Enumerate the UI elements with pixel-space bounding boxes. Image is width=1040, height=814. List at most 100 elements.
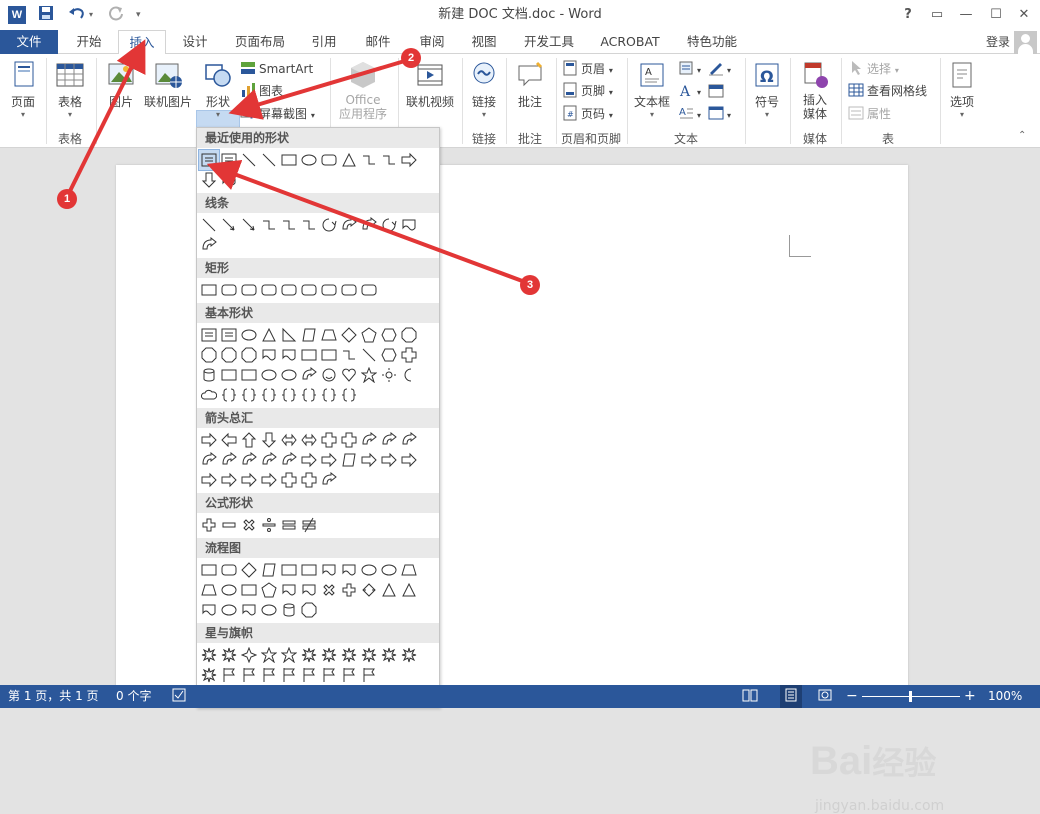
- shape-option-icon[interactable]: [219, 365, 239, 385]
- save-icon[interactable]: [38, 5, 54, 25]
- print-layout-icon[interactable]: [780, 685, 802, 708]
- textbox-button[interactable]: A 文本框 ▾: [631, 58, 673, 120]
- tab-design[interactable]: 设计: [172, 30, 218, 54]
- symbol-button[interactable]: Ω 符号 ▾: [749, 58, 785, 120]
- shape-option-icon[interactable]: [299, 385, 319, 405]
- wordart-button[interactable]: A ▾: [678, 81, 701, 101]
- shape-option-icon[interactable]: [219, 515, 239, 535]
- shape-option-icon[interactable]: [259, 665, 279, 685]
- shape-option-icon[interactable]: [359, 345, 379, 365]
- shape-option-icon[interactable]: [339, 580, 359, 600]
- shape-option-icon[interactable]: [219, 280, 239, 300]
- online-picture-button[interactable]: 联机图片: [142, 58, 194, 110]
- shape-option-icon[interactable]: [359, 430, 379, 450]
- shape-option-icon[interactable]: [219, 150, 239, 170]
- shape-option-icon[interactable]: [219, 665, 239, 685]
- shape-option-icon[interactable]: [198, 149, 220, 171]
- ribbon-display-options-button[interactable]: ▭: [926, 4, 948, 26]
- shape-option-icon[interactable]: [279, 560, 299, 580]
- web-layout-icon[interactable]: [818, 685, 832, 708]
- shape-option-icon[interactable]: [379, 345, 399, 365]
- shape-option-icon[interactable]: [259, 365, 279, 385]
- shape-option-icon[interactable]: [339, 215, 359, 235]
- shape-option-icon[interactable]: [339, 665, 359, 685]
- shape-option-icon[interactable]: [279, 600, 299, 620]
- shape-option-icon[interactable]: [219, 215, 239, 235]
- shape-option-icon[interactable]: [239, 580, 259, 600]
- shape-option-icon[interactable]: [259, 430, 279, 450]
- shape-option-icon[interactable]: [299, 365, 319, 385]
- shape-option-icon[interactable]: [279, 470, 299, 490]
- shape-option-icon[interactable]: [199, 235, 219, 255]
- shape-option-icon[interactable]: [379, 580, 399, 600]
- shape-option-icon[interactable]: [219, 645, 239, 665]
- shape-option-icon[interactable]: [339, 450, 359, 470]
- shape-option-icon[interactable]: [279, 580, 299, 600]
- shape-option-icon[interactable]: [299, 150, 319, 170]
- shape-option-icon[interactable]: [239, 470, 259, 490]
- shape-option-icon[interactable]: [239, 150, 259, 170]
- shape-option-icon[interactable]: [259, 345, 279, 365]
- shape-option-icon[interactable]: [199, 430, 219, 450]
- shape-option-icon[interactable]: [199, 325, 219, 345]
- shape-option-icon[interactable]: [279, 450, 299, 470]
- shape-option-icon[interactable]: [259, 150, 279, 170]
- shape-option-icon[interactable]: [279, 645, 299, 665]
- tab-page-layout[interactable]: 页面布局: [228, 30, 292, 54]
- shape-option-icon[interactable]: [199, 215, 219, 235]
- view-gridlines-button[interactable]: 查看网格线: [848, 81, 927, 101]
- shape-option-icon[interactable]: [219, 170, 239, 190]
- shape-option-icon[interactable]: [219, 470, 239, 490]
- shape-option-icon[interactable]: [319, 280, 339, 300]
- shape-option-icon[interactable]: [399, 215, 419, 235]
- customize-qat-icon[interactable]: ▾: [136, 5, 141, 25]
- shape-option-icon[interactable]: [399, 560, 419, 580]
- shape-option-icon[interactable]: [299, 470, 319, 490]
- close-button[interactable]: ✕: [1013, 4, 1035, 26]
- shape-option-icon[interactable]: [279, 365, 299, 385]
- tab-references[interactable]: 引用: [302, 30, 346, 54]
- shape-option-icon[interactable]: [199, 385, 219, 405]
- signature-line-button[interactable]: ▾: [708, 59, 731, 79]
- collapse-ribbon-icon[interactable]: ⌃: [1018, 130, 1026, 141]
- shape-option-icon[interactable]: [259, 280, 279, 300]
- quick-parts-button[interactable]: ▾: [678, 59, 701, 79]
- shape-option-icon[interactable]: [219, 430, 239, 450]
- shape-option-icon[interactable]: [279, 430, 299, 450]
- shape-option-icon[interactable]: [379, 215, 399, 235]
- shape-option-icon[interactable]: [239, 215, 259, 235]
- shape-option-icon[interactable]: [259, 215, 279, 235]
- shape-option-icon[interactable]: [399, 325, 419, 345]
- shape-option-icon[interactable]: [299, 600, 319, 620]
- smartart-button[interactable]: SmartArt: [240, 59, 313, 79]
- shape-option-icon[interactable]: [379, 150, 399, 170]
- zoom-level[interactable]: 100%: [988, 685, 1022, 708]
- shape-option-icon[interactable]: [259, 470, 279, 490]
- shape-option-icon[interactable]: [199, 470, 219, 490]
- help-button[interactable]: ?: [897, 4, 919, 26]
- shape-option-icon[interactable]: [199, 365, 219, 385]
- shape-option-icon[interactable]: [359, 215, 379, 235]
- office-apps-button[interactable]: Office 应用程序: [334, 58, 392, 121]
- shape-option-icon[interactable]: [399, 580, 419, 600]
- comment-button[interactable]: 批注: [510, 58, 550, 110]
- shape-option-icon[interactable]: [319, 580, 339, 600]
- shape-option-icon[interactable]: [239, 665, 259, 685]
- shape-option-icon[interactable]: [199, 450, 219, 470]
- shape-option-icon[interactable]: [199, 515, 219, 535]
- shape-option-icon[interactable]: [379, 645, 399, 665]
- properties-button[interactable]: 属性: [848, 104, 891, 124]
- shape-option-icon[interactable]: [339, 345, 359, 365]
- shape-option-icon[interactable]: [259, 600, 279, 620]
- shape-option-icon[interactable]: [219, 325, 239, 345]
- zoom-out-button[interactable]: −: [846, 685, 858, 708]
- picture-button[interactable]: 图片: [102, 58, 140, 110]
- word-count-status[interactable]: 0 个字: [116, 685, 151, 708]
- read-mode-icon[interactable]: [742, 685, 758, 708]
- shape-option-icon[interactable]: [339, 365, 359, 385]
- shape-option-icon[interactable]: [359, 450, 379, 470]
- shape-option-icon[interactable]: [399, 430, 419, 450]
- shape-option-icon[interactable]: [319, 365, 339, 385]
- shape-option-icon[interactable]: [339, 325, 359, 345]
- page-button[interactable]: 页面 ▾: [4, 58, 42, 120]
